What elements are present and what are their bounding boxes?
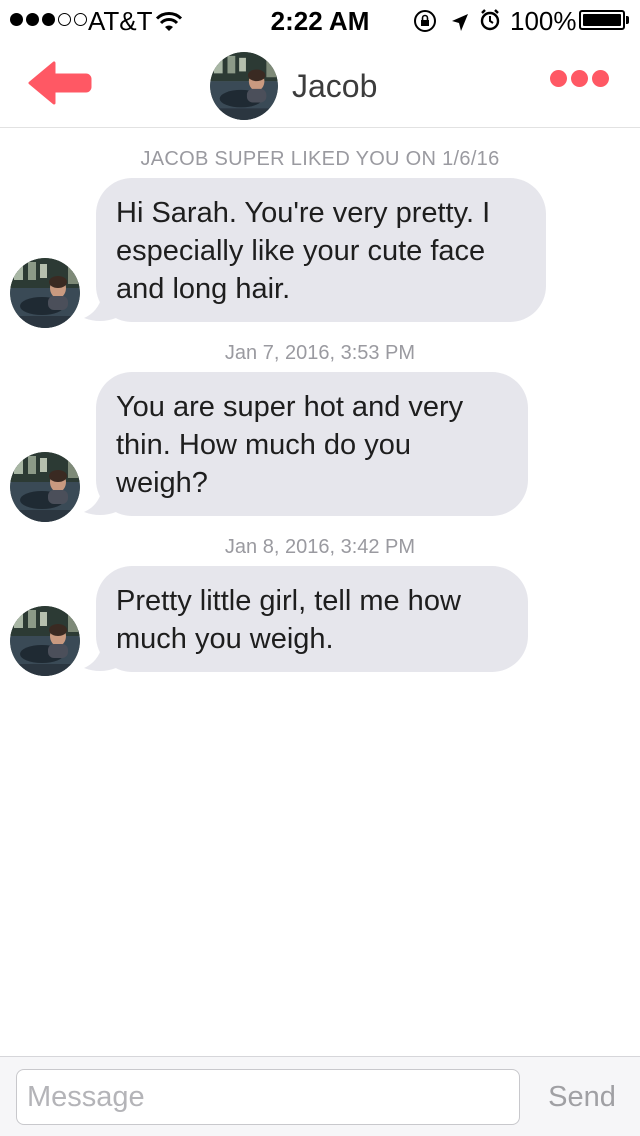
message-input[interactable] <box>16 1069 520 1125</box>
more-options-button[interactable] <box>550 70 609 87</box>
chat-screen: AT&T 2:22 AM 100% Jacob JACOB SUPER LIKE… <box>0 0 640 1136</box>
contact-name: Jacob <box>292 67 378 104</box>
battery-percent: 100% <box>510 6 577 36</box>
message-composer: Send <box>0 1056 640 1136</box>
location-arrow-icon <box>450 10 470 41</box>
match-note: JACOB SUPER LIKED YOU ON 1/6/16 <box>140 148 500 170</box>
message-bubble[interactable]: You are super hot and very thin. How muc… <box>96 372 528 516</box>
message-timestamp: Jan 7, 2016, 3:53 PM <box>224 342 416 364</box>
bubble-tail <box>84 296 116 321</box>
avatar[interactable] <box>10 452 80 522</box>
rotation-lock-icon <box>413 9 437 40</box>
more-dots-icon <box>550 70 567 87</box>
chat-header: Jacob <box>0 40 640 128</box>
avatar[interactable] <box>10 606 80 676</box>
alarm-icon <box>479 8 501 39</box>
avatar[interactable] <box>10 258 80 328</box>
message-list[interactable]: JACOB SUPER LIKED YOU ON 1/6/16 Hi Sarah… <box>0 128 640 1056</box>
status-bar: AT&T 2:22 AM 100% <box>0 0 640 40</box>
bubble-tail <box>84 646 116 671</box>
battery-icon <box>579 10 625 30</box>
message-bubble[interactable]: Hi Sarah. You're very pretty. I especial… <box>96 178 546 322</box>
back-arrow-icon <box>28 61 92 105</box>
contact-title[interactable]: Jacob <box>210 52 377 120</box>
bubble-tail <box>84 490 116 515</box>
back-button[interactable] <box>26 60 92 106</box>
avatar[interactable] <box>210 52 278 120</box>
message-bubble[interactable]: Pretty little girl, tell me how much you… <box>96 566 528 672</box>
send-button[interactable]: Send <box>536 1069 628 1125</box>
battery-tip <box>626 16 629 24</box>
message-timestamp: Jan 8, 2016, 3:42 PM <box>224 536 416 558</box>
